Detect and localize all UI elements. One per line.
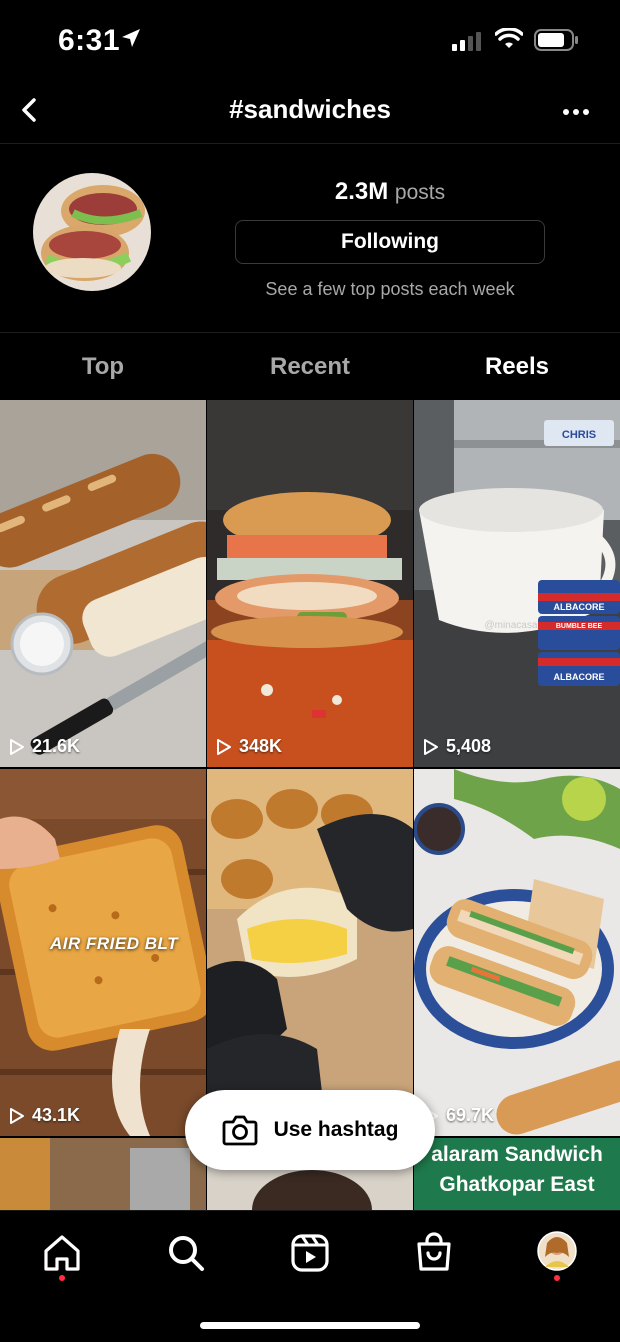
shop-icon[interactable] <box>412 1231 456 1275</box>
use-hashtag-label: Use hashtag <box>273 1118 399 1141</box>
reels-icon[interactable] <box>288 1231 332 1275</box>
view-count-value: 21.6K <box>32 736 81 756</box>
partial-thumbnail <box>0 1138 206 1210</box>
play-icon <box>10 738 24 755</box>
can-brand: BUMBLE BEE <box>556 623 603 630</box>
use-hashtag-button[interactable]: Use hashtag <box>185 1090 435 1170</box>
reel-thumbnail[interactable]: 21.6K <box>0 400 206 767</box>
home-notification-dot <box>59 1275 65 1281</box>
can-label: ALBACORE <box>554 672 605 682</box>
more-options-icon[interactable] <box>556 92 596 132</box>
view-count: 348K <box>215 736 282 757</box>
profile-avatar[interactable] <box>537 1231 577 1271</box>
reel-thumbnail[interactable]: AIR FRIED BLT 43.1K <box>0 769 206 1136</box>
view-count-value: 348K <box>239 736 283 756</box>
reel-thumbnail[interactable]: 348K <box>207 400 413 767</box>
profile-notification-dot <box>554 1275 560 1281</box>
view-count: 21.6K <box>8 736 80 757</box>
hashtag-avatar <box>33 173 151 291</box>
camera-icon <box>222 1115 257 1146</box>
egg-slider-thumbnail <box>207 769 413 1136</box>
reel-thumbnail[interactable] <box>207 769 413 1136</box>
view-count: 5,408 <box>422 736 491 757</box>
view-count-value: 69.7K <box>446 1105 495 1125</box>
reel-thumbnail[interactable]: alaram Sandwich Ghatkopar East <box>414 1138 620 1210</box>
post-count-value: 2.3M <box>334 178 389 205</box>
can-label: ALBACORE <box>554 602 605 612</box>
search-icon[interactable] <box>164 1231 208 1275</box>
overlay-caption: AIR FRIED BLT <box>50 934 179 953</box>
banh-mi-thumbnail <box>414 769 620 1136</box>
reel-thumbnail[interactable]: 69.7K <box>414 769 620 1136</box>
reels-grid: 21.6K 348K CHRIS @minacasarica ALBACORE … <box>0 400 620 1210</box>
play-icon <box>217 738 231 755</box>
thumbnail-caption-line: alaram Sandwich <box>431 1143 603 1166</box>
reel-thumbnail[interactable]: CHRIS @minacasarica ALBACORE BUMBLE BEE … <box>414 400 620 767</box>
fridge-sticker-text: CHRIS <box>562 429 596 441</box>
view-count-value: 5,408 <box>446 736 492 756</box>
baguettes-thumbnail <box>0 400 206 767</box>
thumbnail-caption-line: Ghatkopar East <box>439 1173 595 1196</box>
reel-thumbnail[interactable] <box>0 1138 206 1210</box>
tab-top[interactable]: Top <box>0 353 206 381</box>
home-icon[interactable] <box>40 1231 84 1275</box>
view-count: 43.1K <box>8 1105 80 1126</box>
home-indicator <box>200 1322 420 1329</box>
play-icon <box>424 738 438 755</box>
wifi-icon <box>495 28 523 48</box>
battery-icon <box>534 29 578 51</box>
play-icon <box>10 1107 24 1124</box>
tab-recent[interactable]: Recent <box>207 353 413 381</box>
post-count: 2.3M posts <box>235 178 545 206</box>
tab-reels[interactable]: Reels <box>414 353 620 381</box>
top-nav: #sandwiches <box>0 80 620 144</box>
chicken-sandwich-thumbnail <box>207 400 413 767</box>
follow-subtext: See a few top posts each week <box>265 279 515 299</box>
page-title: #sandwiches <box>229 94 391 124</box>
post-count-label: posts <box>394 181 446 204</box>
tuna-cans-thumbnail: CHRIS @minacasarica ALBACORE BUMBLE BEE … <box>414 400 620 767</box>
status-bar: 6:31 <box>0 0 620 80</box>
view-count-value: 43.1K <box>32 1105 81 1125</box>
cellular-signal-icon <box>452 32 481 51</box>
location-arrow-icon <box>122 29 140 47</box>
following-button[interactable]: Following <box>235 220 545 264</box>
content-tabs: Top Recent Reels <box>0 332 620 400</box>
status-time: 6:31 <box>58 24 121 57</box>
